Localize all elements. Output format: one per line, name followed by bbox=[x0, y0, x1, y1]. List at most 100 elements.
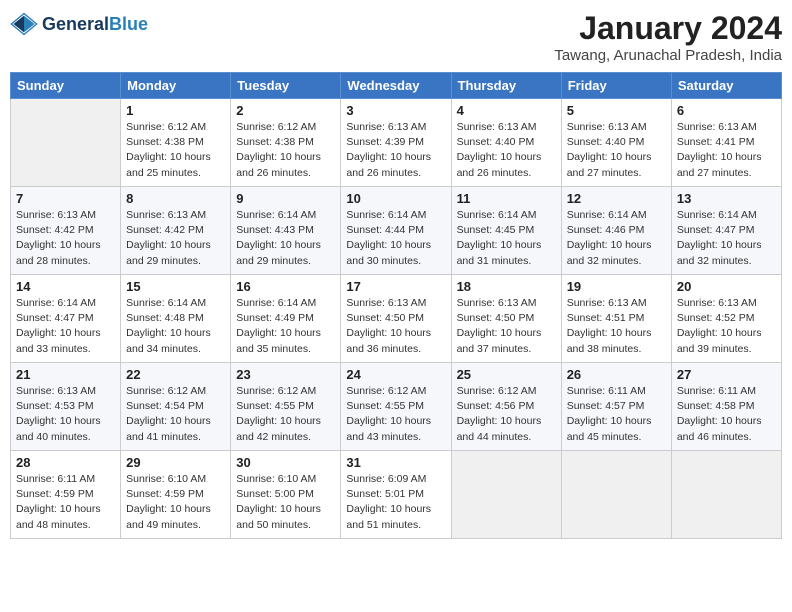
logo-text: GeneralBlue bbox=[42, 14, 148, 35]
day-info: Sunrise: 6:11 AMSunset: 4:59 PMDaylight:… bbox=[16, 472, 115, 533]
calendar-cell bbox=[11, 99, 121, 187]
calendar-cell: 1 Sunrise: 6:12 AMSunset: 4:38 PMDaylight… bbox=[121, 99, 231, 187]
day-number: 15 bbox=[126, 279, 225, 294]
calendar-cell: 21 Sunrise: 6:13 AMSunset: 4:53 PMDayligh… bbox=[11, 363, 121, 451]
week-row-2: 7 Sunrise: 6:13 AMSunset: 4:42 PMDaylight… bbox=[11, 187, 782, 275]
calendar-cell: 16 Sunrise: 6:14 AMSunset: 4:49 PMDayligh… bbox=[231, 275, 341, 363]
calendar-cell: 22 Sunrise: 6:12 AMSunset: 4:54 PMDayligh… bbox=[121, 363, 231, 451]
calendar-cell: 6 Sunrise: 6:13 AMSunset: 4:41 PMDaylight… bbox=[671, 99, 781, 187]
day-info: Sunrise: 6:14 AMSunset: 4:48 PMDaylight:… bbox=[126, 296, 225, 357]
day-info: Sunrise: 6:14 AMSunset: 4:45 PMDaylight:… bbox=[457, 208, 556, 269]
calendar-cell: 10Sunrise: 6:14 AMSunset: 4:44 PMDayligh… bbox=[341, 187, 451, 275]
day-info: Sunrise: 6:11 AMSunset: 4:57 PMDaylight:… bbox=[567, 384, 666, 445]
day-info: Sunrise: 6:13 AMSunset: 4:51 PMDaylight:… bbox=[567, 296, 666, 357]
day-info: Sunrise: 6:12 AMSunset: 4:54 PMDaylight:… bbox=[126, 384, 225, 445]
calendar-cell: 11 Sunrise: 6:14 AMSunset: 4:45 PMDayligh… bbox=[451, 187, 561, 275]
day-number: 28 bbox=[16, 455, 115, 470]
day-info: Sunrise: 6:12 AMSunset: 4:38 PMDaylight:… bbox=[126, 120, 225, 181]
calendar-cell: 30 Sunrise: 6:10 AMSunset: 5:00 PMDayligh… bbox=[231, 451, 341, 539]
day-number: 20 bbox=[677, 279, 776, 294]
day-info: Sunrise: 6:13 AMSunset: 4:39 PMDaylight:… bbox=[346, 120, 445, 181]
calendar-cell: 12Sunrise: 6:14 AMSunset: 4:46 PMDayligh… bbox=[561, 187, 671, 275]
calendar-cell: 5Sunrise: 6:13 AMSunset: 4:40 PMDaylight… bbox=[561, 99, 671, 187]
calendar-cell: 15 Sunrise: 6:14 AMSunset: 4:48 PMDayligh… bbox=[121, 275, 231, 363]
page-header: GeneralBlue January 2024 Tawang, Arunach… bbox=[10, 10, 782, 64]
day-number: 24 bbox=[346, 367, 445, 382]
month-title: January 2024 bbox=[554, 10, 782, 47]
day-info: Sunrise: 6:12 AMSunset: 4:56 PMDaylight:… bbox=[457, 384, 556, 445]
calendar-cell: 4Sunrise: 6:13 AMSunset: 4:40 PMDaylight… bbox=[451, 99, 561, 187]
calendar-cell: 13 Sunrise: 6:14 AMSunset: 4:47 PMDayligh… bbox=[671, 187, 781, 275]
day-number: 25 bbox=[457, 367, 556, 382]
calendar-cell: 27 Sunrise: 6:11 AMSunset: 4:58 PMDayligh… bbox=[671, 363, 781, 451]
week-row-4: 21 Sunrise: 6:13 AMSunset: 4:53 PMDayligh… bbox=[11, 363, 782, 451]
calendar-cell: 20 Sunrise: 6:13 AMSunset: 4:52 PMDayligh… bbox=[671, 275, 781, 363]
calendar-table: SundayMondayTuesdayWednesdayThursdayFrid… bbox=[10, 72, 782, 539]
day-info: Sunrise: 6:13 AMSunset: 4:50 PMDaylight:… bbox=[457, 296, 556, 357]
day-info: Sunrise: 6:14 AMSunset: 4:47 PMDaylight:… bbox=[16, 296, 115, 357]
day-number: 16 bbox=[236, 279, 335, 294]
day-number: 13 bbox=[677, 191, 776, 206]
weekday-header-sunday: Sunday bbox=[11, 73, 121, 99]
day-number: 27 bbox=[677, 367, 776, 382]
day-number: 8 bbox=[126, 191, 225, 206]
day-number: 23 bbox=[236, 367, 335, 382]
day-number: 30 bbox=[236, 455, 335, 470]
day-info: Sunrise: 6:14 AMSunset: 4:46 PMDaylight:… bbox=[567, 208, 666, 269]
day-number: 26 bbox=[567, 367, 666, 382]
day-number: 9 bbox=[236, 191, 335, 206]
week-row-1: 1 Sunrise: 6:12 AMSunset: 4:38 PMDaylight… bbox=[11, 99, 782, 187]
day-info: Sunrise: 6:10 AMSunset: 5:00 PMDaylight:… bbox=[236, 472, 335, 533]
day-info: Sunrise: 6:13 AMSunset: 4:41 PMDaylight:… bbox=[677, 120, 776, 181]
day-info: Sunrise: 6:13 AMSunset: 4:40 PMDaylight:… bbox=[457, 120, 556, 181]
day-info: Sunrise: 6:13 AMSunset: 4:40 PMDaylight:… bbox=[567, 120, 666, 181]
week-row-5: 28 Sunrise: 6:11 AMSunset: 4:59 PMDayligh… bbox=[11, 451, 782, 539]
calendar-cell: 23Sunrise: 6:12 AMSunset: 4:55 PMDayligh… bbox=[231, 363, 341, 451]
day-number: 21 bbox=[16, 367, 115, 382]
day-info: Sunrise: 6:12 AMSunset: 4:55 PMDaylight:… bbox=[346, 384, 445, 445]
weekday-header-thursday: Thursday bbox=[451, 73, 561, 99]
day-info: Sunrise: 6:13 AMSunset: 4:42 PMDaylight:… bbox=[16, 208, 115, 269]
day-number: 14 bbox=[16, 279, 115, 294]
weekday-header-saturday: Saturday bbox=[671, 73, 781, 99]
calendar-cell: 24 Sunrise: 6:12 AMSunset: 4:55 PMDayligh… bbox=[341, 363, 451, 451]
calendar-cell: 26 Sunrise: 6:11 AMSunset: 4:57 PMDayligh… bbox=[561, 363, 671, 451]
day-number: 1 bbox=[126, 103, 225, 118]
day-info: Sunrise: 6:09 AMSunset: 5:01 PMDaylight:… bbox=[346, 472, 445, 533]
day-number: 22 bbox=[126, 367, 225, 382]
day-number: 29 bbox=[126, 455, 225, 470]
logo: GeneralBlue bbox=[10, 10, 148, 38]
logo-icon bbox=[10, 10, 38, 38]
day-number: 2 bbox=[236, 103, 335, 118]
day-number: 6 bbox=[677, 103, 776, 118]
calendar-cell: 19Sunrise: 6:13 AMSunset: 4:51 PMDayligh… bbox=[561, 275, 671, 363]
calendar-cell: 29Sunrise: 6:10 AMSunset: 4:59 PMDayligh… bbox=[121, 451, 231, 539]
calendar-cell: 3Sunrise: 6:13 AMSunset: 4:39 PMDaylight… bbox=[341, 99, 451, 187]
calendar-cell bbox=[451, 451, 561, 539]
day-number: 11 bbox=[457, 191, 556, 206]
calendar-cell: 18 Sunrise: 6:13 AMSunset: 4:50 PMDayligh… bbox=[451, 275, 561, 363]
day-number: 17 bbox=[346, 279, 445, 294]
day-info: Sunrise: 6:13 AMSunset: 4:52 PMDaylight:… bbox=[677, 296, 776, 357]
calendar-cell: 28 Sunrise: 6:11 AMSunset: 4:59 PMDayligh… bbox=[11, 451, 121, 539]
day-info: Sunrise: 6:14 AMSunset: 4:47 PMDaylight:… bbox=[677, 208, 776, 269]
calendar-cell: 17 Sunrise: 6:13 AMSunset: 4:50 PMDayligh… bbox=[341, 275, 451, 363]
calendar-cell: 7 Sunrise: 6:13 AMSunset: 4:42 PMDaylight… bbox=[11, 187, 121, 275]
day-info: Sunrise: 6:14 AMSunset: 4:49 PMDaylight:… bbox=[236, 296, 335, 357]
calendar-cell: 9 Sunrise: 6:14 AMSunset: 4:43 PMDaylight… bbox=[231, 187, 341, 275]
day-number: 18 bbox=[457, 279, 556, 294]
day-info: Sunrise: 6:12 AMSunset: 4:38 PMDaylight:… bbox=[236, 120, 335, 181]
day-info: Sunrise: 6:13 AMSunset: 4:50 PMDaylight:… bbox=[346, 296, 445, 357]
day-number: 10 bbox=[346, 191, 445, 206]
day-number: 7 bbox=[16, 191, 115, 206]
calendar-cell: 2 Sunrise: 6:12 AMSunset: 4:38 PMDaylight… bbox=[231, 99, 341, 187]
day-info: Sunrise: 6:11 AMSunset: 4:58 PMDaylight:… bbox=[677, 384, 776, 445]
day-number: 31 bbox=[346, 455, 445, 470]
calendar-cell: 25 Sunrise: 6:12 AMSunset: 4:56 PMDayligh… bbox=[451, 363, 561, 451]
weekday-header-friday: Friday bbox=[561, 73, 671, 99]
day-info: Sunrise: 6:13 AMSunset: 4:53 PMDaylight:… bbox=[16, 384, 115, 445]
calendar-cell bbox=[671, 451, 781, 539]
calendar-cell: 14 Sunrise: 6:14 AMSunset: 4:47 PMDayligh… bbox=[11, 275, 121, 363]
calendar-cell bbox=[561, 451, 671, 539]
day-info: Sunrise: 6:14 AMSunset: 4:43 PMDaylight:… bbox=[236, 208, 335, 269]
